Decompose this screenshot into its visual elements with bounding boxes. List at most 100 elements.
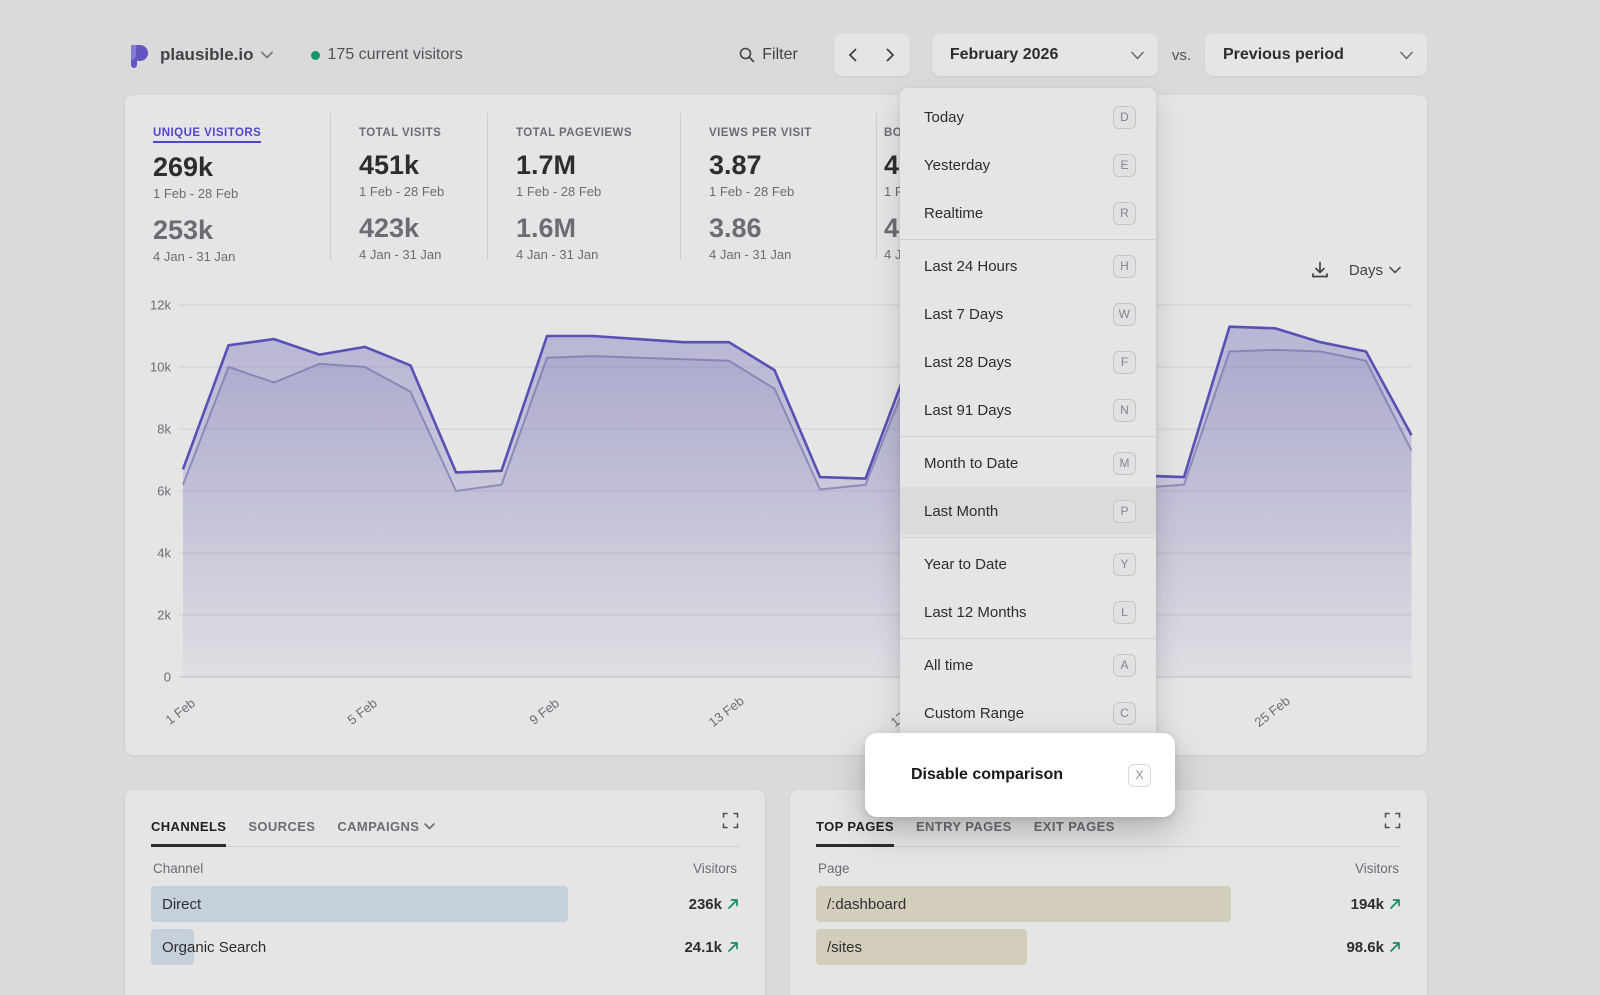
stat-prev-period: 4 Jan - 31 Jan xyxy=(153,249,330,264)
table-row-sites[interactable]: /sites 98.6k xyxy=(816,929,1401,965)
table-row-dashboard[interactable]: /:dashboard194k xyxy=(816,886,1401,922)
tab-entry-pages[interactable]: ENTRY PAGES xyxy=(916,819,1012,834)
stat-prev-period: 4 Jan - 31 Jan xyxy=(359,247,487,262)
chevron-down-icon xyxy=(1389,266,1401,274)
stat-label: VIEWS PER VISIT xyxy=(709,127,812,139)
menu-item-label: Last 7 Days xyxy=(924,306,1003,323)
current-visitors-label: 175 current visitors xyxy=(328,46,463,64)
y-axis-tick: 4k xyxy=(157,546,171,561)
menu-item-all-time[interactable]: All timeA xyxy=(900,641,1156,689)
filter-button[interactable]: Filter xyxy=(739,46,798,64)
tab-label: SOURCES xyxy=(248,819,315,834)
live-dot-icon xyxy=(311,51,320,60)
tab-label: EXIT PAGES xyxy=(1034,819,1115,834)
menu-item-custom-range[interactable]: Custom RangeC xyxy=(900,689,1156,737)
tab-top-pages[interactable]: TOP PAGES xyxy=(816,819,894,834)
pages-rows: /:dashboard194k/sites 98.6k xyxy=(816,886,1401,965)
menu-item-label: Month to Date xyxy=(924,455,1018,472)
expand-icon[interactable] xyxy=(722,812,739,834)
chevron-down-icon xyxy=(424,823,435,830)
stat-column-unique-visitors[interactable]: UNIQUE VISITORS269k1 Feb - 28 Feb253k4 J… xyxy=(125,113,330,260)
menu-divider xyxy=(900,537,1156,538)
stats-row: UNIQUE VISITORS269k1 Feb - 28 Feb253k4 J… xyxy=(125,95,1427,260)
tab-label: ENTRY PAGES xyxy=(916,819,1012,834)
visitors-column-header: Visitors xyxy=(1355,861,1399,876)
menu-item-last-28-days[interactable]: Last 28 DaysF xyxy=(900,338,1156,386)
stat-prev-period: 4 Jan - 31 Jan xyxy=(709,247,876,262)
menu-item-last-12-months[interactable]: Last 12 Months L xyxy=(900,588,1156,636)
menu-item-realtime[interactable]: Realtime R xyxy=(900,189,1156,237)
site-name[interactable]: plausible.io xyxy=(160,45,254,65)
shortcut-badge: L xyxy=(1113,601,1136,624)
menu-item-label: Realtime xyxy=(924,205,983,222)
date-range-picker[interactable]: February 2026 xyxy=(932,34,1158,76)
disable-comparison-item[interactable]: Disable comparison X xyxy=(865,750,1151,800)
stat-column-views-per-visit[interactable]: VIEWS PER VISIT3.871 Feb - 28 Feb3.864 J… xyxy=(680,113,876,260)
row-bar xyxy=(151,886,568,922)
row-name[interactable]: /sites xyxy=(816,939,862,956)
comparison-picker[interactable]: Previous period xyxy=(1205,34,1427,76)
table-row-organic-search[interactable]: Organic Search24.1k xyxy=(151,929,739,965)
menu-item-label: Last 91 Days xyxy=(924,402,1012,419)
stat-prev-value: 1.6M xyxy=(516,213,680,244)
current-visitors[interactable]: 175 current visitors xyxy=(311,46,463,64)
x-axis-tick: 9 Feb xyxy=(527,695,562,727)
expand-icon[interactable] xyxy=(1384,812,1401,834)
row-visitors: 98.6k xyxy=(1346,939,1401,956)
chevron-down-icon xyxy=(1131,51,1144,60)
site-chevron-down-icon[interactable] xyxy=(261,51,273,59)
tab-label: TOP PAGES xyxy=(816,819,894,834)
x-axis-tick: 25 Feb xyxy=(1252,693,1293,730)
menu-item-last-24-hours[interactable]: Last 24 HoursH xyxy=(900,242,1156,290)
row-visitors: 236k xyxy=(689,896,739,913)
menu-item-label: Last 28 Days xyxy=(924,354,1012,371)
menu-item-last-7-days[interactable]: Last 7 Days W xyxy=(900,290,1156,338)
menu-item-last-month[interactable]: Last MonthP xyxy=(900,487,1156,535)
stat-prev-period: 4 Jan - 31 Jan xyxy=(516,247,680,262)
row-name[interactable]: Organic Search xyxy=(151,939,266,956)
chart-area-fill xyxy=(183,327,1412,677)
menu-item-yesterday[interactable]: YesterdayE xyxy=(900,141,1156,189)
shortcut-badge: X xyxy=(1128,764,1151,787)
trend-up-arrow-icon xyxy=(727,898,739,910)
analytics-card: UNIQUE VISITORS269k1 Feb - 28 Feb253k4 J… xyxy=(125,95,1427,755)
tab-sources[interactable]: SOURCES xyxy=(248,819,315,834)
visitors-chart[interactable]: 02k4k6k8k10k12k1 Feb5 Feb9 Feb13 Feb17 F… xyxy=(135,291,1417,743)
channel-column-header: Channel xyxy=(153,861,203,876)
download-icon[interactable] xyxy=(1311,261,1329,279)
previous-period-arrow-button[interactable] xyxy=(834,34,872,76)
top-header: plausible.io 175 current visitors Filter… xyxy=(125,33,1427,77)
row-name[interactable]: Direct xyxy=(151,896,201,913)
menu-item-last-91-days[interactable]: Last 91 DaysN xyxy=(900,386,1156,434)
tab-campaigns[interactable]: CAMPAIGNS xyxy=(337,819,435,834)
shortcut-badge: W xyxy=(1113,303,1136,326)
stat-column-total-visits[interactable]: TOTAL VISITS451k1 Feb - 28 Feb423k4 Jan … xyxy=(330,113,487,260)
stat-prev-value: 3.86 xyxy=(709,213,876,244)
next-period-arrow-button[interactable] xyxy=(872,34,910,76)
table-row-direct[interactable]: Direct 236k xyxy=(151,886,739,922)
vs-label: vs. xyxy=(1172,47,1191,64)
stat-label: UNIQUE VISITORS xyxy=(153,127,261,143)
channels-rows: Direct 236k Organic Search24.1k xyxy=(151,886,739,965)
menu-item-year-to-date[interactable]: Year to DateY xyxy=(900,540,1156,588)
stat-label: TOTAL VISITS xyxy=(359,127,441,139)
shortcut-badge: P xyxy=(1113,500,1136,523)
menu-item-today[interactable]: TodayD xyxy=(900,93,1156,141)
menu-item-month-to-date[interactable]: Month to DateM xyxy=(900,439,1156,487)
tab-exit-pages[interactable]: EXIT PAGES xyxy=(1034,819,1115,834)
comparison-menu: Disable comparison X xyxy=(865,733,1175,817)
tab-channels[interactable]: CHANNELS xyxy=(151,819,226,834)
channels-panel: CHANNELS SOURCES CAMPAIGNS Channel Visitor… xyxy=(125,790,765,995)
stat-value: 269k xyxy=(153,152,330,183)
pages-table-header: Page Visitors xyxy=(816,847,1401,886)
interval-dropdown[interactable]: Days xyxy=(1349,262,1401,279)
shortcut-badge: R xyxy=(1113,202,1136,225)
menu-item-label: Custom Range xyxy=(924,705,1024,722)
shortcut-badge: A xyxy=(1113,654,1136,677)
menu-item-label: Last 12 Months xyxy=(924,604,1027,621)
stat-column-total-pageviews[interactable]: TOTAL PAGEVIEWS1.7M1 Feb - 28 Feb1.6M4 J… xyxy=(487,113,680,260)
pages-panel: TOP PAGES ENTRY PAGES EXIT PAGES Page Visi… xyxy=(790,790,1427,995)
menu-divider xyxy=(900,436,1156,437)
row-name[interactable]: /:dashboard xyxy=(816,896,906,913)
channels-table-header: Channel Visitors xyxy=(151,847,739,886)
